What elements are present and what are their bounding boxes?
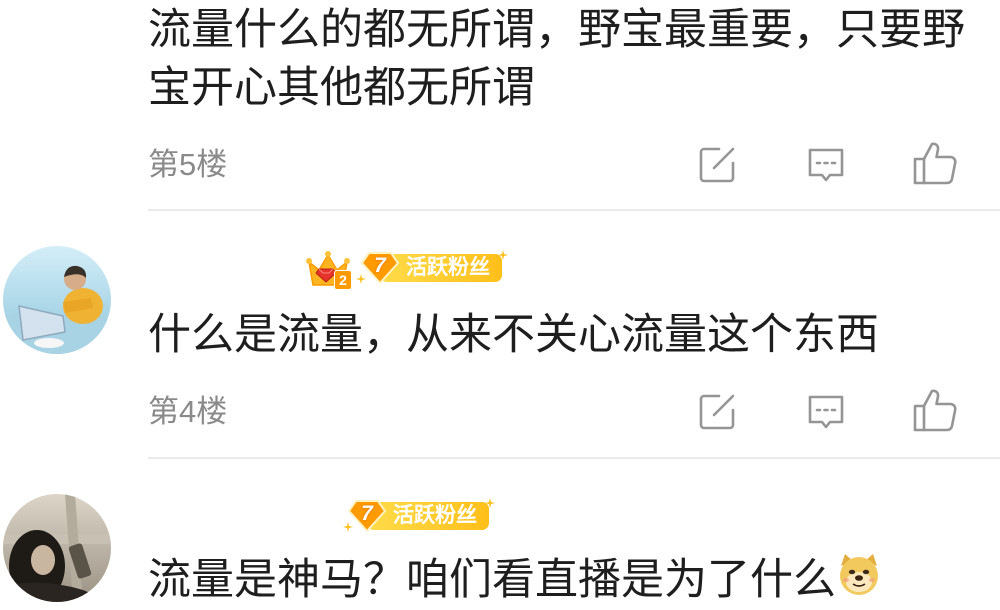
comment-text-line: 流量什么的都无所谓，野宝最重要，只要野	[148, 6, 965, 54]
fan-badge-label: 活跃粉丝	[393, 504, 477, 527]
comment-icon[interactable]	[806, 145, 846, 185]
share-icon[interactable]	[697, 392, 737, 432]
fan-level-number: 7	[361, 502, 373, 525]
divider	[148, 457, 1000, 459]
sparkle-icon	[498, 250, 508, 260]
fan-badge-label: 活跃粉丝	[406, 256, 490, 279]
crown-rank-number: 2	[334, 270, 352, 290]
floor-label: 第4楼	[148, 394, 228, 429]
share-icon[interactable]	[697, 145, 737, 185]
like-icon[interactable]	[911, 387, 959, 433]
comment-body: 什么是流量，从来不关心流量这个东西	[148, 306, 879, 364]
crown-badge[interactable]: 2	[305, 247, 353, 291]
sparkle-icon	[485, 498, 495, 508]
fan-badge[interactable]: 活跃粉丝 7	[356, 250, 508, 286]
fan-badge[interactable]: 活跃粉丝 7	[343, 498, 495, 534]
comment-body: 流量什么的都无所谓，野宝最重要，只要野 宝开心其他都无所谓	[148, 1, 965, 117]
floor-label: 第5楼	[148, 147, 228, 182]
comment-body: 流量是神马？咱们看直播是为了什么	[148, 553, 882, 607]
doge-emoji-icon	[836, 551, 882, 610]
divider	[148, 209, 1000, 211]
like-icon[interactable]	[911, 140, 959, 186]
comment-text-line: 流量是神马？咱们看直播是为了什么	[148, 556, 836, 604]
comment-text-line: 宝开心其他都无所谓	[148, 64, 535, 112]
comment-text-line: 什么是流量，从来不关心流量这个东西	[148, 311, 879, 359]
user-avatar[interactable]	[3, 494, 111, 602]
comment-icon[interactable]	[806, 392, 846, 432]
user-avatar[interactable]	[3, 246, 111, 354]
fan-level-number: 7	[374, 254, 386, 277]
